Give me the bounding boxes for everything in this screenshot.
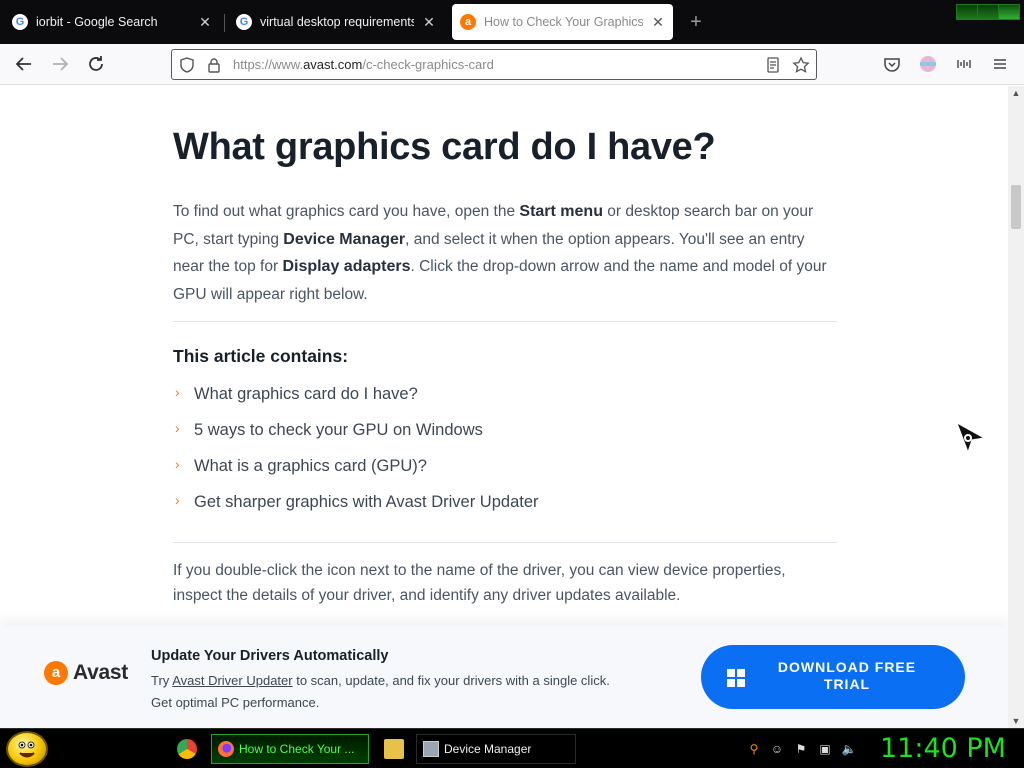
taskbar: How to Check Your ... Device Manager ⚲ ☺… (0, 728, 1024, 768)
new-tab-button[interactable]: + (686, 10, 706, 34)
driver-updater-link[interactable]: Avast Driver Updater (172, 673, 292, 688)
extensions-icon[interactable] (954, 54, 974, 74)
intro-text: To find out what graphics card you have,… (173, 203, 520, 220)
close-tab-icon[interactable]: ✕ (422, 14, 436, 31)
file-explorer-icon[interactable] (384, 739, 404, 759)
avast-logo-text: Avast (73, 661, 128, 684)
avast-logo-icon: a (44, 661, 68, 685)
menu-icon[interactable] (990, 54, 1010, 74)
toc-link[interactable]: What is a graphics card (GPU)? (194, 457, 427, 475)
promo-banner: a Avast Update Your Drivers Automaticall… (0, 626, 1008, 728)
tab-iorbit-search[interactable]: G iorbit - Google Search ✕ (4, 4, 220, 40)
lock-icon[interactable] (205, 56, 223, 74)
device-manager-icon (423, 741, 439, 757)
chevron-right-icon: › (175, 420, 180, 436)
scrollbar-thumb[interactable] (1011, 185, 1021, 229)
tab-title: virtual desktop requirements - G (260, 15, 414, 29)
network-icon[interactable]: ▣ (817, 741, 833, 757)
windows-icon (727, 669, 745, 687)
bookmark-star-icon[interactable] (792, 56, 810, 74)
account-avatar-icon[interactable] (918, 54, 938, 74)
firefox-icon (218, 741, 234, 757)
tab-title: How to Check Your Graphics C (484, 15, 643, 29)
shield-icon[interactable] (178, 56, 196, 74)
toc-item[interactable]: › What graphics card do I have? (173, 384, 539, 420)
back-arrow-icon (15, 57, 31, 71)
divider (173, 542, 837, 543)
smiley-icon (18, 741, 35, 758)
tab-title: iorbit - Google Search (36, 15, 158, 29)
chevron-right-icon: › (175, 384, 180, 400)
avast-logo[interactable]: a Avast (44, 661, 128, 685)
toc-item[interactable]: › Get sharper graphics with Avast Driver … (173, 492, 539, 528)
search-icon[interactable]: ⚲ (746, 741, 762, 757)
address-bar[interactable]: https://www.avast.com/c-check-graphics-c… (171, 49, 817, 80)
taskbar-clock[interactable]: 11:40 PM (880, 733, 1006, 764)
tab-divider (224, 14, 225, 32)
toc-link[interactable]: What graphics card do I have? (194, 385, 418, 403)
maximize-button[interactable] (978, 5, 999, 19)
taskbar-item-label: Device Manager (444, 742, 532, 756)
emoji-icon[interactable]: ☺ (769, 741, 785, 757)
chevron-right-icon: › (175, 456, 180, 472)
reload-icon (89, 56, 103, 71)
intro-paragraph: To find out what graphics card you have,… (173, 198, 837, 308)
toc-item[interactable]: › 5 ways to check your GPU on Windows (173, 420, 539, 456)
promo-text-part: Try (151, 673, 173, 688)
toc-link[interactable]: Get sharper graphics with Avast Driver U… (194, 493, 539, 511)
forward-button[interactable] (48, 52, 72, 76)
display-adapters-term: Display adapters (282, 258, 411, 275)
google-icon: G (236, 14, 252, 30)
article-title: What graphics card do I have? (173, 126, 716, 168)
close-tab-icon[interactable]: ✕ (651, 14, 665, 31)
device-manager-term: Device Manager (283, 230, 406, 248)
volume-icon[interactable]: 🔈 (841, 741, 857, 757)
navigation-bar: https://www.avast.com/c-check-graphics-c… (0, 44, 1024, 85)
promo-title: Update Your Drivers Automatically (151, 648, 389, 664)
scroll-up-icon[interactable]: ▲ (1008, 86, 1024, 100)
start-button[interactable] (6, 731, 48, 767)
start-menu-term: Start menu (519, 203, 603, 220)
tab-strip: G iorbit - Google Search ✕ G virtual des… (0, 0, 1024, 44)
tab-virtual-desktop[interactable]: G virtual desktop requirements - G ✕ (228, 4, 444, 40)
chevron-right-icon: › (175, 492, 180, 508)
page-viewport: What graphics card do I have? To find ou… (0, 86, 1008, 728)
back-button[interactable] (12, 52, 36, 76)
download-free-trial-button[interactable]: DOWNLOAD FREE TRIAL (701, 645, 965, 709)
action-center-flag-icon[interactable]: ⚑ (793, 741, 809, 757)
google-icon: G (12, 14, 28, 30)
url-domain: avast.com (303, 57, 363, 72)
url-text[interactable]: https://www.avast.com/c-check-graphics-c… (233, 57, 494, 72)
chrome-icon[interactable] (177, 739, 197, 759)
tab-graphics-card[interactable]: a How to Check Your Graphics C ✕ (452, 4, 673, 40)
taskbar-item-label: How to Check Your ... (239, 742, 355, 756)
reload-button[interactable] (84, 52, 108, 76)
minimize-button[interactable] (957, 5, 978, 19)
close-window-button[interactable] (999, 5, 1019, 19)
reader-view-icon[interactable] (764, 56, 782, 74)
pocket-icon[interactable] (882, 54, 902, 74)
contents-heading: This article contains: (173, 346, 349, 366)
taskbar-item-device-manager[interactable]: Device Manager (416, 734, 576, 764)
mouse-pointer-icon (956, 422, 986, 454)
close-tab-icon[interactable]: ✕ (198, 14, 212, 31)
scroll-down-icon[interactable]: ▼ (1008, 714, 1024, 728)
forward-arrow-icon (53, 57, 69, 71)
url-path: /c-check-graphics-card (362, 57, 494, 72)
toc-item[interactable]: › What is a graphics card (GPU)? (173, 456, 539, 492)
url-prefix: https://www. (233, 57, 304, 72)
table-of-contents: › What graphics card do I have? › 5 ways t… (173, 384, 539, 528)
promo-text: Try Avast Driver Updater to scan, update… (151, 670, 611, 714)
divider (173, 321, 837, 322)
avast-icon: a (460, 14, 476, 30)
toc-link[interactable]: 5 ways to check your GPU on Windows (194, 421, 483, 439)
taskbar-item-firefox[interactable]: How to Check Your ... (211, 734, 369, 764)
window-controls[interactable] (956, 4, 1020, 20)
page-scrollbar[interactable]: ▲ ▼ (1008, 86, 1024, 728)
driver-paragraph: If you double-click the icon next to the… (173, 562, 786, 604)
download-button-label: DOWNLOAD FREE TRIAL (777, 659, 917, 692)
